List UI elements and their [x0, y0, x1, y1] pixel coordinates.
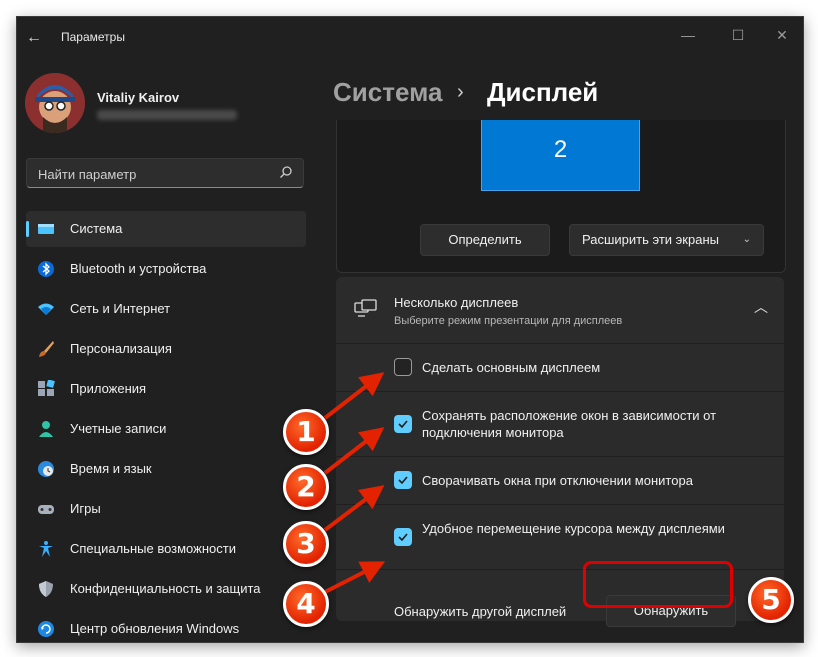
annotation-badge-3: 3	[283, 521, 329, 567]
annotation-badge-5: 5	[748, 577, 794, 623]
annotation-arrows	[323, 372, 386, 594]
annotation-arrow-2	[323, 427, 385, 475]
annotation-arrow-4	[324, 561, 386, 594]
annotation-badge-2: 2	[283, 464, 329, 510]
annotation-badge-1: 1	[283, 409, 329, 455]
annotation-arrow-1	[323, 372, 385, 420]
annotation-arrow-3	[323, 485, 385, 532]
annotation-badge-4: 4	[283, 581, 329, 627]
detect-button-highlight	[583, 561, 733, 608]
